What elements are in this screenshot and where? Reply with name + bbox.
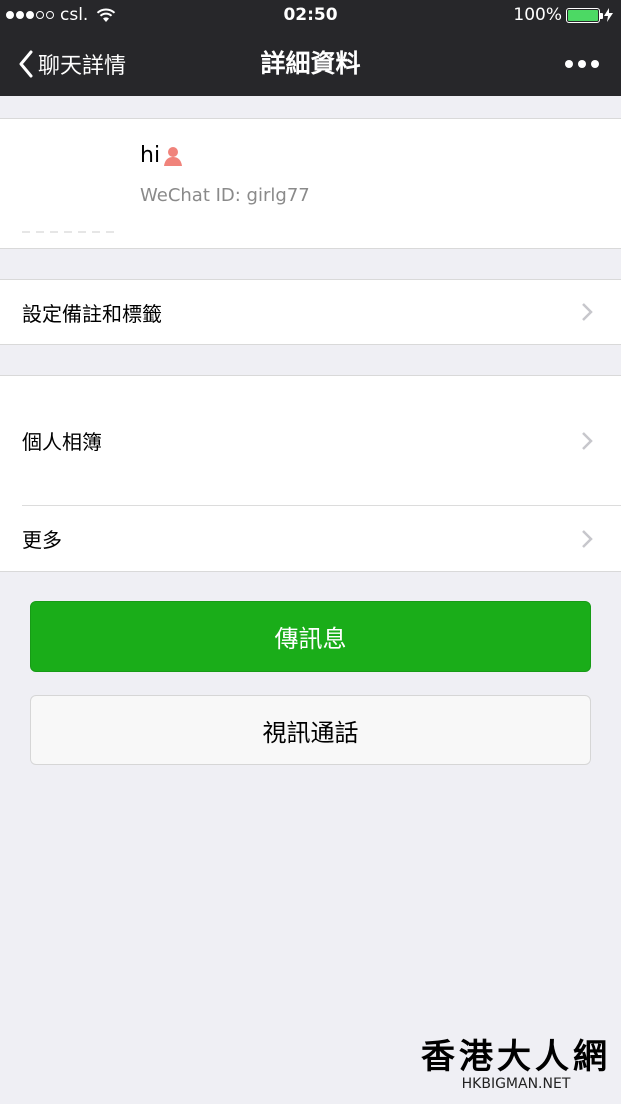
status-bar: csl. 02:50 100%	[0, 0, 621, 32]
battery-icon	[566, 7, 603, 23]
status-right: 100%	[513, 5, 613, 25]
battery-percent: 100%	[513, 5, 562, 25]
avatar[interactable]	[22, 137, 118, 233]
personal-album-label: 個人相簿	[22, 430, 102, 454]
more-label: 更多	[22, 528, 62, 552]
back-button[interactable]: 聊天詳情	[18, 32, 126, 96]
profile-name: hi	[140, 143, 161, 168]
more-options-button[interactable]	[565, 32, 599, 96]
send-message-button[interactable]: 傳訊息	[30, 601, 591, 672]
more-dot-icon	[591, 60, 599, 68]
chevron-left-icon	[19, 50, 33, 78]
chevron-right-icon	[582, 529, 593, 548]
more-dot-icon	[578, 60, 586, 68]
profile-card: hi WeChat ID: girlg77	[0, 118, 621, 249]
navigation-bar: 聊天詳情 詳細資料	[0, 32, 621, 96]
wechat-id: WeChat ID: girlg77	[140, 185, 310, 206]
info-section: 個人相簿 更多	[0, 375, 621, 572]
charging-icon	[604, 8, 613, 22]
video-call-button[interactable]: 視訊通話	[30, 695, 591, 765]
chevron-right-icon	[582, 303, 593, 321]
set-remark-tags-label: 設定備註和標籤	[22, 301, 162, 326]
watermark-logo: 香港大人網 HKBIGMAN.NET	[421, 1029, 611, 1092]
more-dot-icon	[565, 60, 573, 68]
back-label: 聊天詳情	[38, 54, 127, 79]
personal-album-row[interactable]: 個人相簿	[0, 376, 621, 505]
female-icon	[164, 146, 183, 166]
watermark-chinese: 香港大人網	[421, 1037, 611, 1077]
more-row[interactable]: 更多	[0, 506, 621, 571]
chevron-right-icon	[582, 431, 593, 450]
watermark-english: HKBIGMAN.NET	[461, 1076, 571, 1092]
remark-section: 設定備註和標籤	[0, 279, 621, 345]
set-remark-tags-row[interactable]: 設定備註和標籤	[0, 280, 621, 344]
name-row: hi	[140, 143, 184, 168]
